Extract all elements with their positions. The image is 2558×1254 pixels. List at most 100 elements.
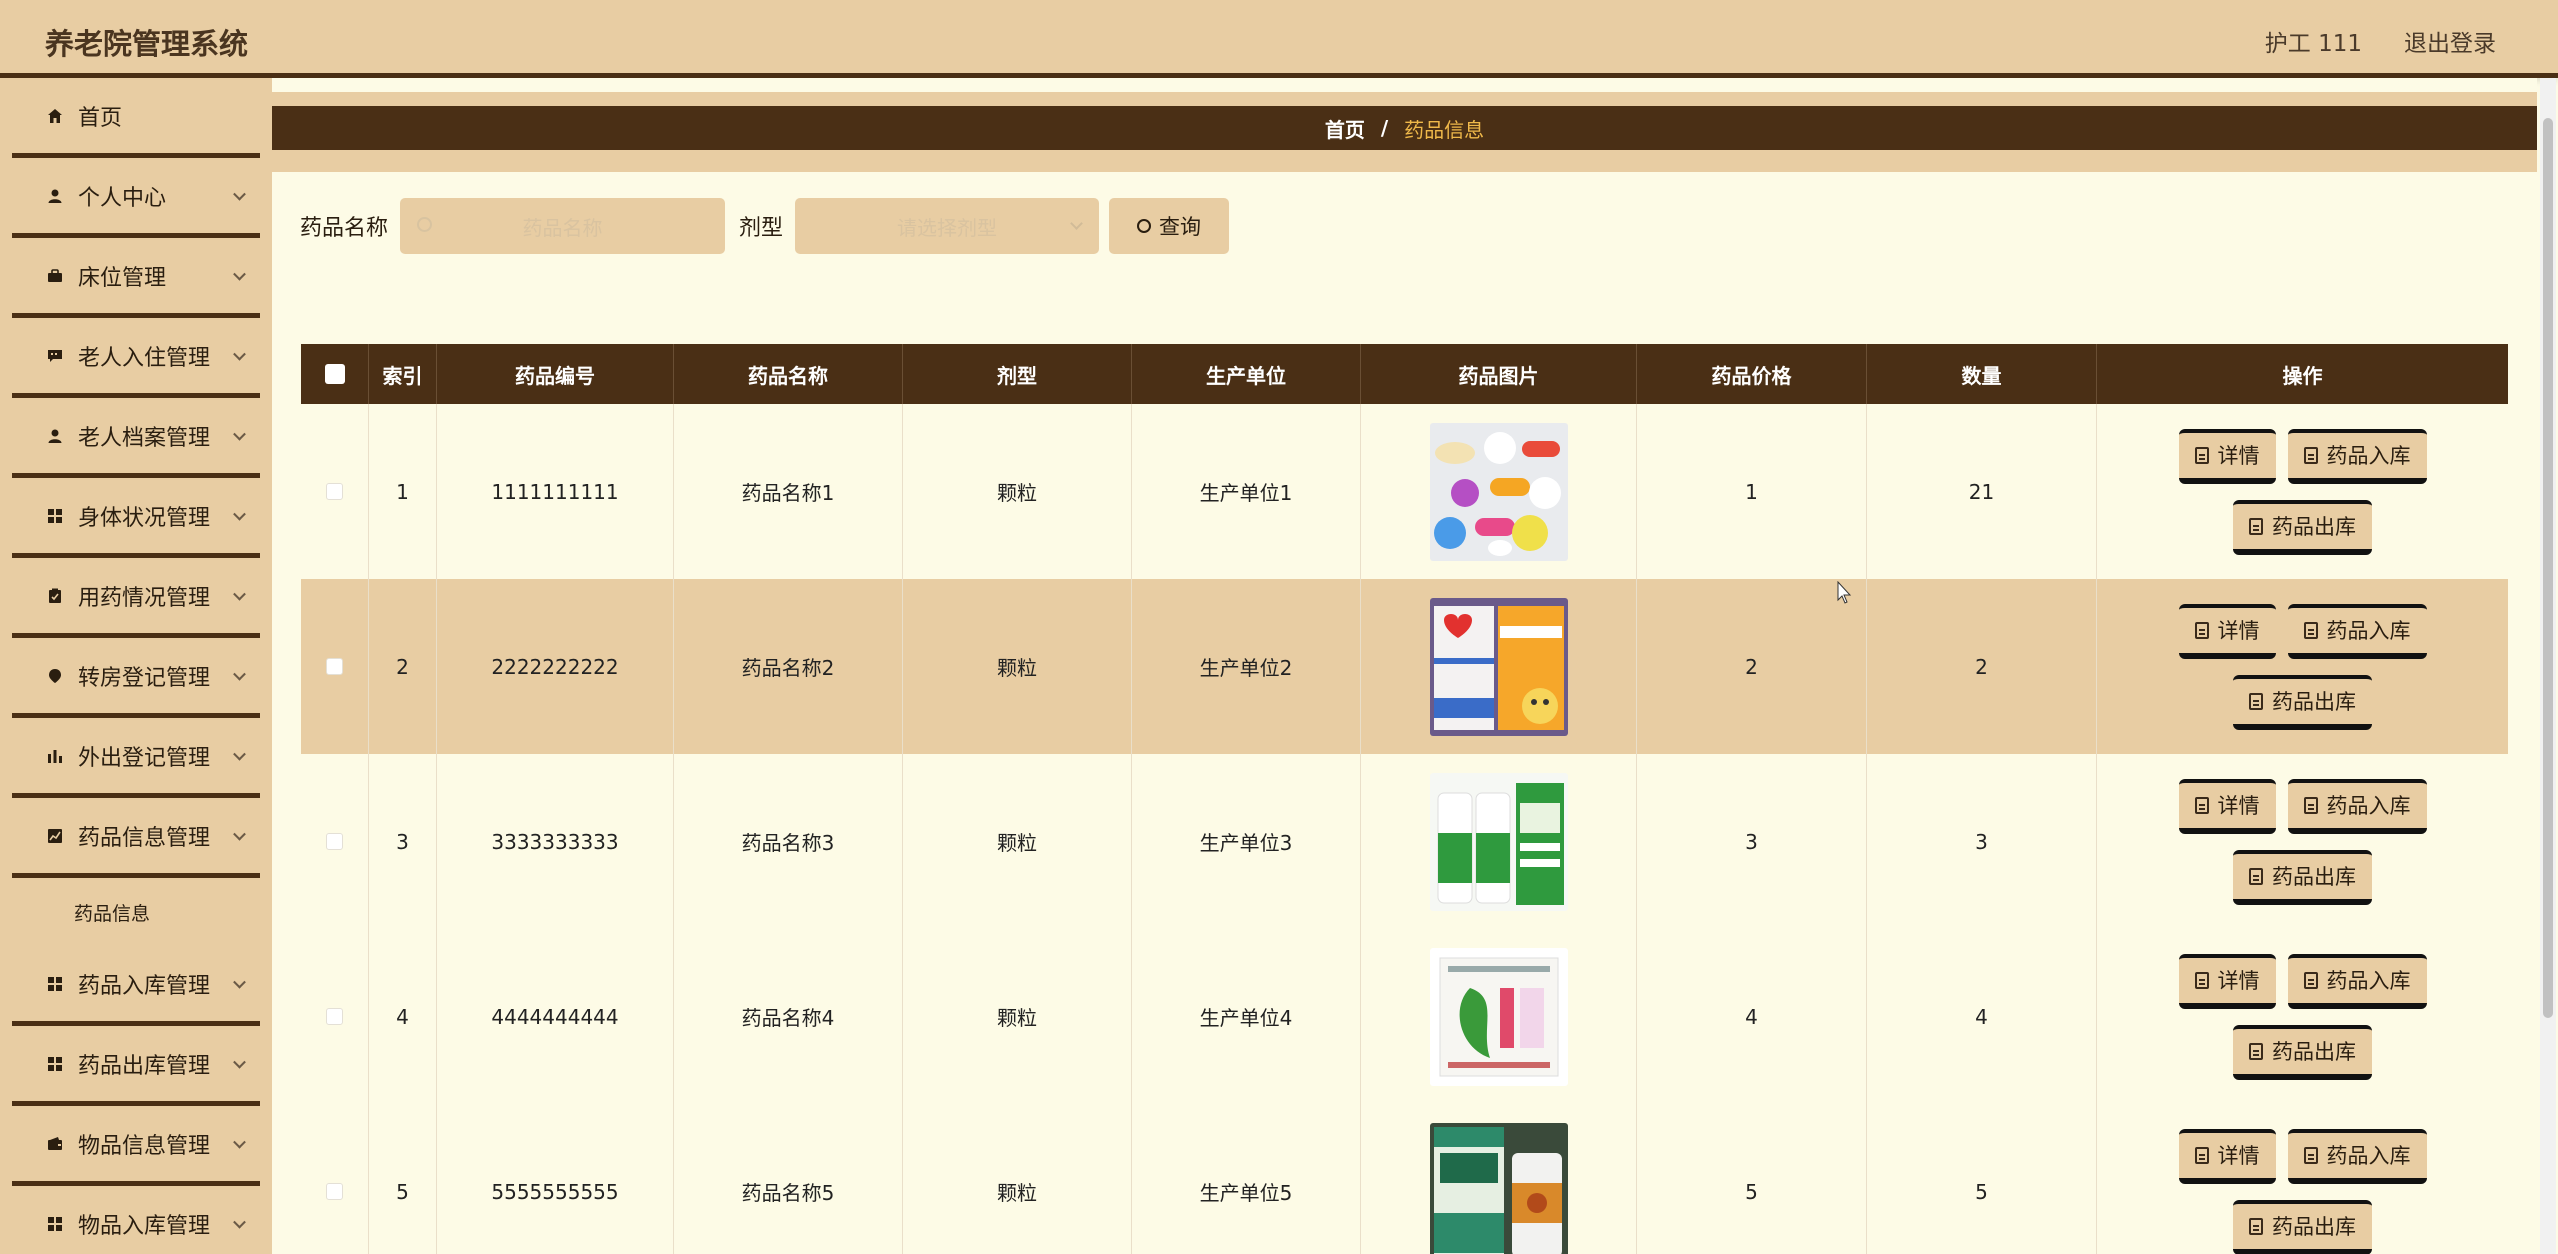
- cell-image: [1361, 1104, 1637, 1254]
- sidebar-item-home[interactable]: 首页: [12, 78, 260, 158]
- grid-icon: [46, 975, 64, 993]
- cell-type: 颗粒: [903, 754, 1132, 929]
- breadcrumb-separator: /: [1380, 116, 1389, 140]
- scrollbar-thumb[interactable]: [2543, 118, 2553, 1018]
- breadcrumb-current: 药品信息: [1404, 117, 1485, 142]
- chat-icon: [46, 347, 64, 365]
- row-checkbox[interactable]: [326, 658, 343, 675]
- sidebar-item-goods-info[interactable]: 物品信息管理: [12, 1106, 260, 1186]
- stock-out-button-label: 药品出库: [2272, 1215, 2356, 1239]
- detail-button-label: 详情: [2217, 619, 2260, 643]
- select-all-checkbox[interactable]: [324, 364, 345, 384]
- sidebar-item-personal-center[interactable]: 个人中心: [12, 158, 260, 238]
- sidebar-item-room-transfer[interactable]: 转房登记管理: [12, 638, 260, 718]
- chevron-down-icon: [233, 975, 246, 989]
- stock-out-button[interactable]: 药品出库: [2233, 499, 2372, 555]
- row-checkbox-cell: [301, 404, 369, 579]
- breadcrumb-home[interactable]: 首页: [1325, 114, 1365, 143]
- cell-price: 4: [1637, 929, 1867, 1104]
- sidebar-item-archive[interactable]: 老人档案管理: [12, 398, 260, 478]
- sidebar-item-label: 药品入库管理: [78, 973, 211, 999]
- query-button-label: 查询: [1159, 215, 1202, 239]
- cell-manufacturer: 生产单位4: [1132, 929, 1361, 1104]
- cell-price: 1: [1637, 404, 1867, 579]
- drug-image[interactable]: [1429, 772, 1568, 911]
- drug-image[interactable]: [1429, 422, 1568, 561]
- document-icon: [2249, 1217, 2263, 1235]
- stock-in-button[interactable]: 药品入库: [2287, 603, 2427, 659]
- detail-button[interactable]: 详情: [2178, 1128, 2276, 1184]
- stock-in-button[interactable]: 药品入库: [2287, 1128, 2427, 1184]
- breadcrumb-container: 首页 / 药品信息: [272, 92, 2537, 172]
- document-icon: [2249, 692, 2263, 710]
- sidebar-item-health[interactable]: 身体状况管理: [12, 478, 260, 558]
- sidebar-item-outing[interactable]: 外出登记管理: [12, 718, 260, 798]
- chevron-down-icon: [233, 667, 246, 681]
- stock-in-button-label: 药品入库: [2326, 794, 2411, 818]
- stock-in-button[interactable]: 药品入库: [2287, 953, 2427, 1009]
- sidebar-item-goods-stock-in[interactable]: 物品入库管理: [12, 1186, 260, 1254]
- col-header-type: 剂型: [903, 344, 1132, 404]
- stock-in-button[interactable]: 药品入库: [2287, 428, 2427, 484]
- drug-image[interactable]: [1429, 947, 1568, 1086]
- stock-out-button-label: 药品出库: [2272, 690, 2356, 714]
- chevron-down-icon: [233, 347, 246, 361]
- stock-in-button[interactable]: 药品入库: [2287, 778, 2427, 834]
- sidebar-item-bed[interactable]: 床位管理: [12, 238, 260, 318]
- cell-image: [1361, 579, 1637, 754]
- dosage-form-select[interactable]: 请选择剂型: [795, 198, 1100, 254]
- detail-button-label: 详情: [2217, 969, 2260, 993]
- cell-quantity: 2: [1867, 579, 2097, 754]
- document-icon: [2249, 1042, 2263, 1060]
- drug-name-input[interactable]: 药品名称: [400, 198, 726, 254]
- user-area: 护工 111 退出登录: [2265, 24, 2496, 58]
- stock-out-button[interactable]: 药品出库: [2233, 1199, 2372, 1254]
- sidebar-item-label: 身体状况管理: [78, 505, 211, 531]
- table-row: 1 1111111111 药品名称1 颗粒 生产单位1 1 21 详情 药品入库…: [301, 404, 2508, 579]
- document-icon: [2303, 971, 2318, 989]
- sidebar-subitem-drug-info[interactable]: 药品信息: [0, 878, 272, 946]
- sidebar-item-drug-stock-in[interactable]: 药品入库管理: [12, 946, 260, 1026]
- document-icon: [2194, 446, 2209, 464]
- chevron-down-icon: [233, 1215, 246, 1229]
- drug-image[interactable]: [1429, 1122, 1568, 1254]
- sidebar-item-checkin[interactable]: 老人入住管理: [12, 318, 260, 398]
- logout-button[interactable]: 退出登录: [2404, 24, 2496, 58]
- table-row: 5 5555555555 药品名称5 颗粒 生产单位5 5 5 详情 药品入库 …: [301, 1104, 2508, 1254]
- stock-out-button[interactable]: 药品出库: [2233, 674, 2372, 730]
- col-header-image: 药品图片: [1361, 344, 1637, 404]
- detail-button[interactable]: 详情: [2178, 428, 2276, 484]
- stock-out-button[interactable]: 药品出库: [2233, 849, 2372, 905]
- detail-button[interactable]: 详情: [2178, 603, 2276, 659]
- document-icon: [2249, 517, 2263, 535]
- table-row: 2 2222222222 药品名称2 颗粒 生产单位2 2 2 详情 药品入库 …: [301, 579, 2508, 754]
- detail-button[interactable]: 详情: [2178, 953, 2276, 1009]
- vertical-scrollbar[interactable]: [2540, 78, 2556, 1254]
- row-checkbox[interactable]: [326, 483, 343, 500]
- breadcrumb: 首页 / 药品信息: [272, 106, 2537, 150]
- row-checkbox[interactable]: [326, 1183, 343, 1200]
- user-name[interactable]: 护工 111: [2265, 24, 2362, 58]
- cell-type: 颗粒: [903, 1104, 1132, 1254]
- sidebar: 首页 个人中心 床位管理 老人入住管理 老人档案管理 身体状况管理 用药情况管理…: [0, 78, 272, 1254]
- drug-table: 索引 药品编号 药品名称 剂型 生产单位 药品图片 药品价格 数量 操作 1 1…: [301, 344, 2508, 1254]
- sidebar-item-drug-info[interactable]: 药品信息管理: [12, 798, 260, 878]
- sidebar-item-medication[interactable]: 用药情况管理: [12, 558, 260, 638]
- stock-out-button[interactable]: 药品出库: [2233, 1024, 2372, 1080]
- query-button[interactable]: 查询: [1109, 198, 1230, 254]
- sidebar-item-drug-stock-out[interactable]: 药品出库管理: [12, 1026, 260, 1106]
- cell-manufacturer: 生产单位1: [1132, 404, 1361, 579]
- col-header-actions: 操作: [2282, 363, 2323, 388]
- row-checkbox[interactable]: [326, 833, 343, 850]
- dosage-form-placeholder: 请选择剂型: [897, 215, 998, 240]
- row-checkbox[interactable]: [326, 1008, 343, 1025]
- sidebar-item-label: 用药情况管理: [78, 585, 211, 611]
- col-header-code: 药品编号: [437, 344, 674, 404]
- cell-type: 颗粒: [903, 579, 1132, 754]
- chevron-up-icon: [233, 827, 246, 841]
- cell-name: 药品名称4: [674, 929, 903, 1104]
- grid-icon: [46, 507, 64, 525]
- drug-image[interactable]: [1429, 597, 1568, 736]
- detail-button[interactable]: 详情: [2178, 778, 2276, 834]
- cell-index: 1: [369, 404, 437, 579]
